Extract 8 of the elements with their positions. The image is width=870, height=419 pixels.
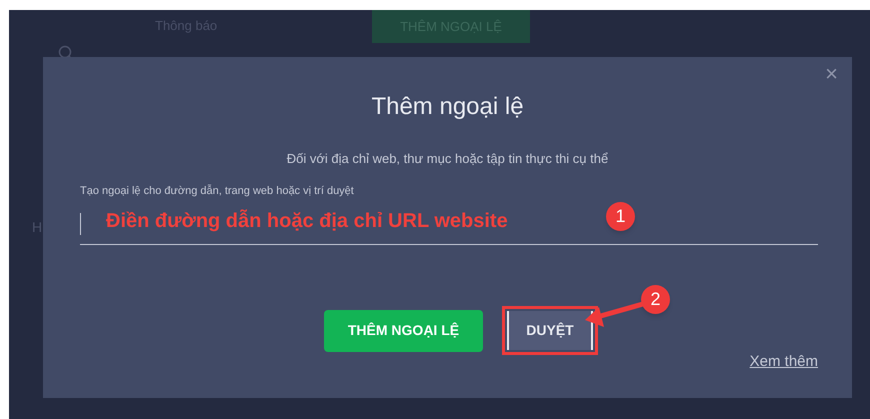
browse-button[interactable]: DUYỆT (507, 311, 593, 350)
close-button[interactable]: × (825, 63, 838, 85)
annotation-text: Điền đường dẫn hoặc địa chỉ URL website (106, 208, 508, 234)
learn-more-link[interactable]: Xem thêm (750, 351, 818, 374)
dialog-title: Thêm ngoại lệ (371, 92, 524, 122)
field-label: Tạo ngoại lệ cho đường dẫn, trang web hoặc vị trí duyệt (80, 184, 355, 198)
dialog-subtitle: Đối với địa chỉ web, thư mục hoặc tập tin thực thi cụ thể (286, 150, 608, 168)
add-exception-button[interactable]: THÊM NGOẠI LỆ (324, 310, 483, 352)
